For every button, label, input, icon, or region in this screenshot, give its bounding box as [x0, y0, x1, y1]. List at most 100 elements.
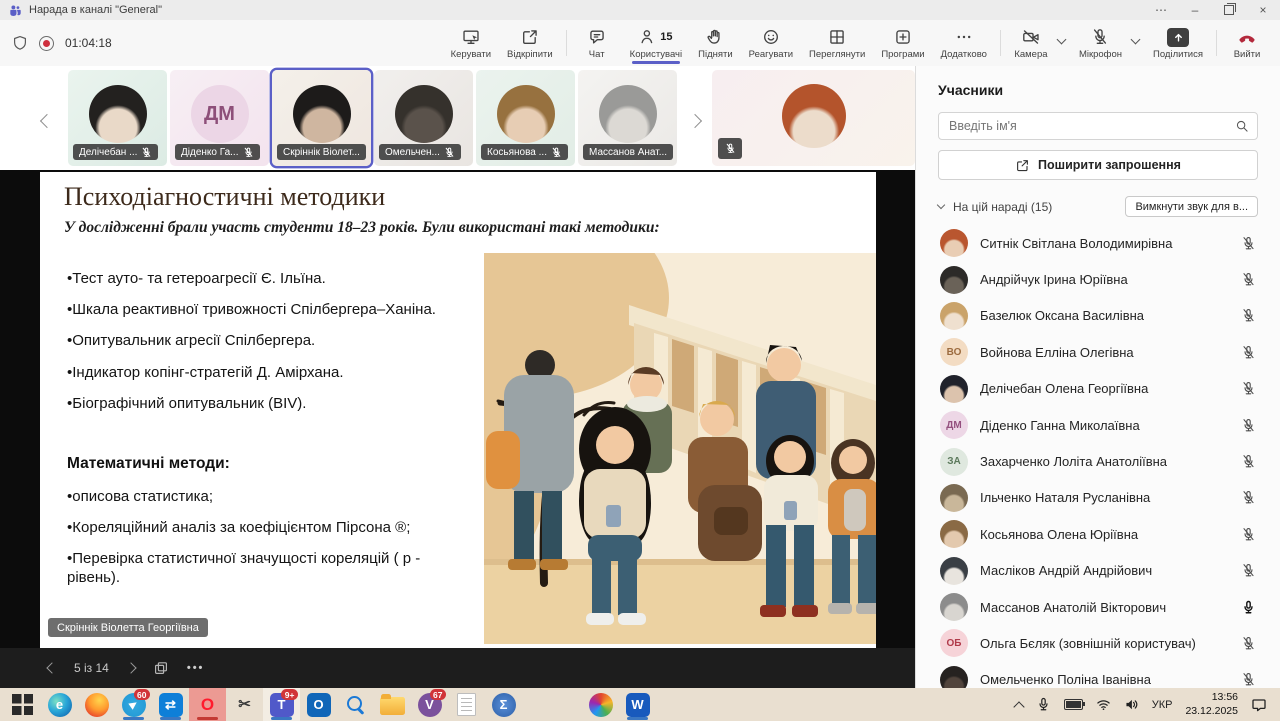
avatar: ДМ [191, 85, 249, 143]
section-collapse-chevron-icon[interactable] [937, 201, 945, 209]
window-close-button[interactable]: × [1246, 0, 1280, 20]
titlebar-more-button[interactable]: ⋯ [1144, 0, 1178, 20]
video-tile[interactable]: ДМДіденко Га... [170, 70, 269, 166]
video-tile[interactable]: Омельчен... [374, 70, 473, 166]
taskbar-outlook-icon[interactable]: O [300, 688, 337, 721]
participant-name: Діденко Ганна Миколаївна [980, 418, 1229, 433]
mic-active-icon [1241, 600, 1256, 615]
strip-scroll-right-button[interactable] [684, 110, 706, 132]
in-meeting-section-label[interactable]: На цій нараді (15) [953, 200, 1116, 214]
manage-button[interactable]: Керувати [443, 24, 499, 62]
keyboard-language[interactable]: УКР [1152, 699, 1173, 711]
participant-name: Ольга Бєляк (зовнішній користувач) [980, 636, 1229, 651]
tile-name-badge: Делічебан ... [73, 144, 158, 160]
tray-mic-icon[interactable] [1036, 697, 1051, 712]
chat-button[interactable]: Чат [572, 24, 622, 62]
participant-row[interactable]: ДМ Діденко Ганна Миколаївна [916, 407, 1280, 443]
participant-row[interactable]: ОБОльга Бєляк (зовнішній користувач) [916, 625, 1280, 661]
spotlight-video-tile[interactable] [712, 70, 915, 166]
slide-grid-button[interactable] [153, 660, 169, 676]
strip-scroll-left-button[interactable] [36, 110, 58, 132]
unpin-button[interactable]: Відкріпити [499, 24, 561, 62]
camera-button[interactable]: Камера [1006, 24, 1056, 62]
participants-button[interactable]: 15Користувачі [622, 24, 690, 62]
mic-muted-icon [1241, 308, 1256, 323]
raise-hand-button[interactable]: Підняти [690, 24, 741, 62]
participant-row[interactable]: Косьянова Олена Юріївна [916, 516, 1280, 552]
panel-close-icon[interactable] [1244, 83, 1258, 97]
tile-name-badge: Омельчен... [379, 144, 461, 160]
participant-row[interactable]: Масліков Андрій Андрійович [916, 553, 1280, 589]
slide-math-bullet: описова статистика; [67, 488, 471, 507]
video-tile[interactable]: Косьянова ... [476, 70, 575, 166]
mic-muted-icon [1241, 418, 1256, 433]
panel-title: Учасники [938, 82, 1003, 98]
windows-taskbar: e▶60⇄O✂T9+OV67ΣW УКР 13:56 23.12.2025 [0, 688, 1280, 721]
video-tile[interactable]: Массанов Анат... [578, 70, 677, 166]
notifications-icon[interactable] [1251, 697, 1267, 713]
mic-options-chevron-icon[interactable] [1131, 34, 1141, 44]
participant-row[interactable]: Массанов Анатолій Вікторович [916, 589, 1280, 625]
taskbar-opera-icon[interactable]: O [189, 688, 226, 721]
video-tile[interactable]: Делічебан ... [68, 70, 167, 166]
taskbar-teams-icon[interactable]: T9+ [263, 688, 300, 721]
participant-row[interactable]: Андрійчук Ірина Юріївна [916, 261, 1280, 297]
volume-icon[interactable] [1124, 697, 1139, 712]
video-tile[interactable]: Скріннік Віолет... [272, 70, 371, 166]
apps-button[interactable]: Програми [873, 24, 932, 62]
wifi-icon[interactable] [1096, 697, 1111, 712]
taskbar-teamviewer-icon[interactable]: ⇄ [152, 688, 189, 721]
participant-row[interactable]: Ільченко Наталя Русланівна [916, 480, 1280, 516]
participant-name: Базелюк Оксана Василівна [980, 308, 1229, 323]
search-icon[interactable] [1235, 119, 1249, 133]
taskbar-stats-icon[interactable]: Σ [485, 688, 522, 721]
more-button[interactable]: Додатково [933, 24, 995, 62]
window-restore-button[interactable] [1212, 0, 1246, 20]
participant-row[interactable]: Делічебан Олена Георгіївна [916, 371, 1280, 407]
share-invite-button[interactable]: Поширити запрошення [938, 150, 1258, 180]
leave-button[interactable]: Вийти [1222, 24, 1272, 62]
mic-muted-icon [243, 147, 254, 158]
deck-more-button[interactable]: ••• [187, 662, 205, 674]
taskbar-snip-icon[interactable]: ✂ [226, 688, 263, 721]
avatar [940, 520, 968, 548]
participant-row[interactable]: Ситнік Світлана Володимирівна [916, 225, 1280, 261]
share-button[interactable]: Поділитися [1145, 24, 1211, 62]
taskbar-edge-icon[interactable]: e [41, 688, 78, 721]
taskbar-firefox-icon[interactable] [78, 688, 115, 721]
taskbar-telegram-icon[interactable]: ▶60 [115, 688, 152, 721]
window-minimize-button[interactable]: – [1178, 0, 1212, 20]
taskbar-viber-icon[interactable]: V67 [411, 688, 448, 721]
taskbar-notepad-icon[interactable] [448, 688, 485, 721]
avatar: ДМ [940, 411, 968, 439]
mic-muted-icon [1241, 563, 1256, 578]
slide-bullet-list: Тест ауто- та гетероагресії Є. Ільїна.Шк… [67, 270, 477, 426]
participant-row[interactable]: ЗАЗахарченко Лоліта Анатоліївна [916, 443, 1280, 479]
clock[interactable]: 13:56 23.12.2025 [1185, 691, 1238, 717]
taskbar-word-icon[interactable]: W [619, 688, 656, 721]
participant-row[interactable]: Базелюк Оксана Василівна [916, 298, 1280, 334]
avatar [89, 85, 147, 143]
taskbar-explorer-icon[interactable] [374, 688, 411, 721]
slide-math-section: Математичні методи: описова статистика;К… [67, 455, 471, 600]
camera-options-chevron-icon[interactable] [1056, 34, 1066, 44]
react-button[interactable]: Реагувати [741, 24, 801, 62]
mute-all-button[interactable]: Вимкнути звук для в... [1125, 196, 1258, 217]
taskbar-magnifier-icon[interactable] [337, 688, 374, 721]
previous-slide-button[interactable] [48, 661, 56, 675]
taskbar-start-icon[interactable] [4, 688, 41, 721]
participant-search-input[interactable] [947, 118, 1235, 134]
notification-badge: 9+ [281, 689, 298, 700]
mic-muted-icon [551, 147, 562, 158]
next-slide-button[interactable] [127, 661, 135, 675]
teams-app-icon [9, 4, 22, 17]
mic-muted-icon [1241, 636, 1256, 651]
participant-row[interactable]: Омельченко Поліна Іванівна [916, 662, 1280, 688]
tray-expand-chevron-icon[interactable] [1013, 701, 1024, 712]
taskbar-photos-icon[interactable] [582, 688, 619, 721]
mic-button[interactable]: Мікрофон [1071, 24, 1130, 62]
view-button[interactable]: Переглянути [801, 24, 873, 62]
battery-icon[interactable] [1064, 699, 1083, 710]
participant-row[interactable]: ВОВойнова Елліна Олегівна [916, 334, 1280, 370]
participant-list: Ситнік Світлана ВолодимирівнаАндрійчук І… [916, 223, 1280, 688]
